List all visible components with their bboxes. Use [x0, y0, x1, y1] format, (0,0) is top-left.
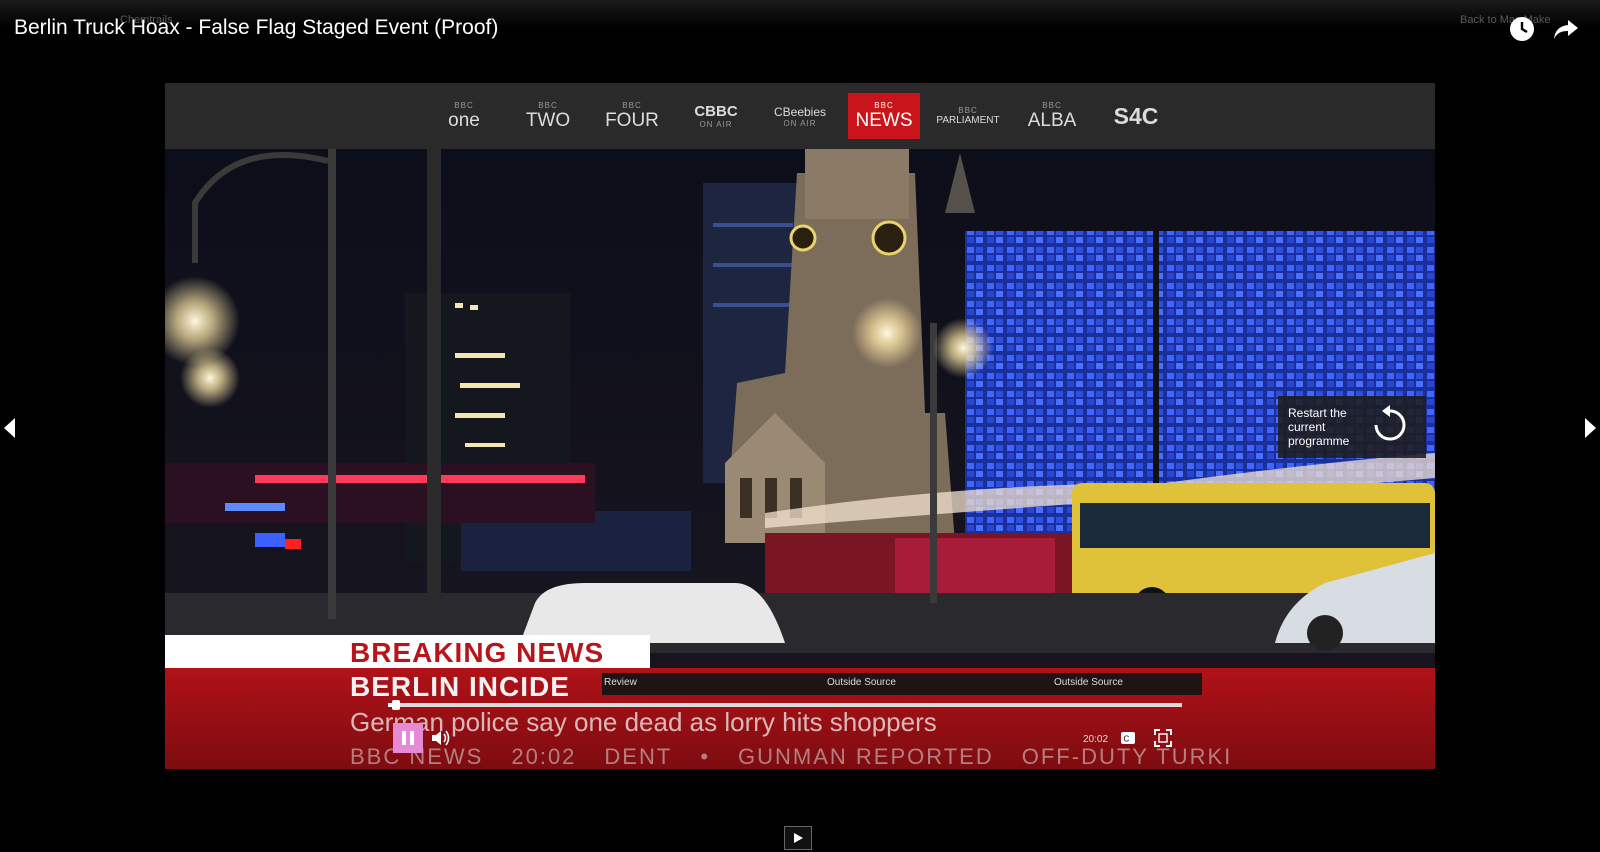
restart-label: Restart the current programme — [1288, 406, 1350, 448]
play-icon[interactable] — [784, 826, 812, 850]
volume-icon[interactable] — [430, 728, 452, 753]
channel-bbc-one[interactable]: BBC one — [428, 93, 500, 139]
video-title[interactable]: Berlin Truck Hoax - False Flag Staged Ev… — [14, 16, 498, 40]
share-arrow-icon[interactable] — [1552, 15, 1580, 43]
video-player[interactable]: BBC one BBC TWO BBC FOUR CBBC ON AIR CBeebie… — [165, 83, 1435, 769]
top-bar: Chemtrails Back to Mac Make Berlin Truck… — [0, 0, 1600, 62]
chapter-outside-source-1[interactable]: Outside Source — [827, 677, 896, 688]
channel-bbc-parliament[interactable]: BBC PARLIAMENT — [932, 93, 1004, 139]
svg-text:C: C — [1124, 735, 1130, 744]
pause-button[interactable] — [393, 723, 423, 753]
chapter-review[interactable]: Review — [604, 677, 637, 688]
chevron-right-icon[interactable] — [1585, 418, 1596, 438]
restart-icon — [1368, 403, 1412, 452]
news-ticker: BBC NEWS 20:02 DENT • GUNMAN REPORTED OFF-DUT… — [350, 744, 1233, 769]
fullscreen-icon[interactable] — [1153, 728, 1173, 753]
restart-programme-button[interactable]: Restart the current programme — [1278, 396, 1426, 458]
channel-s4c[interactable]: S4C — [1100, 93, 1172, 139]
news-lower-third: BREAKING NEWS BERLIN INCIDE German polic… — [165, 635, 1435, 769]
chapter-bar: Review Outside Source Outside Source — [602, 673, 1202, 695]
channel-bbc-alba[interactable]: BBC ALBA — [1016, 93, 1088, 139]
breaking-news-label: BREAKING NEWS — [350, 637, 605, 668]
channel-bbc-four[interactable]: BBC FOUR — [596, 93, 668, 139]
channel-bbc-two[interactable]: BBC TWO — [512, 93, 584, 139]
time-display: 20:02 — [1083, 734, 1109, 745]
captions-icon[interactable]: C — [1120, 730, 1136, 751]
channel-bbc-news[interactable]: BBC NEWS — [848, 93, 920, 139]
seek-handle[interactable] — [391, 700, 400, 710]
channel-cbbc[interactable]: CBBC ON AIR — [680, 93, 752, 139]
ghost-right-text: Back to Mac Make — [1460, 14, 1551, 26]
headline-text: BERLIN INCIDE — [350, 671, 570, 702]
channel-bar: BBC one BBC TWO BBC FOUR CBBC ON AIR CBeebie… — [165, 83, 1435, 149]
channel-cbeebies[interactable]: CBeebies ON AIR — [764, 93, 836, 139]
clock-icon[interactable] — [1508, 15, 1536, 43]
seek-bar[interactable] — [388, 700, 1182, 710]
chevron-left-icon[interactable] — [4, 418, 15, 438]
chapter-outside-source-2[interactable]: Outside Source — [1054, 677, 1123, 688]
